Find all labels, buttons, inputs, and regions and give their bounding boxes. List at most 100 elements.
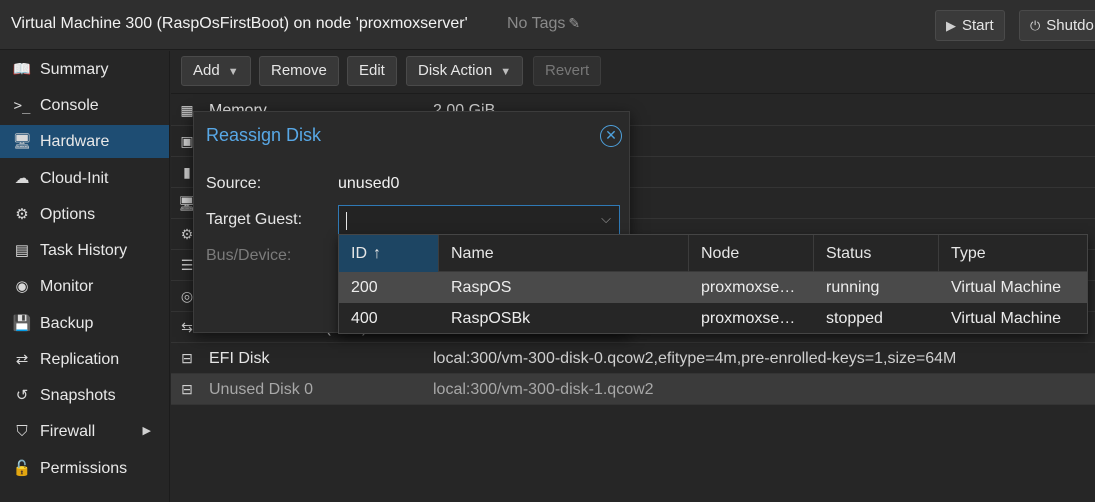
desktop-icon: 🖥 [12, 133, 32, 150]
sidebar-item-label: Cloud-Init [40, 170, 109, 187]
eye-icon: ◉ [15, 278, 29, 295]
pencil-icon[interactable]: ✎ [568, 15, 580, 31]
terminal-icon: >_ [13, 98, 31, 114]
target-guest-dropdown: ID ↑ Name Node Status Type 200 RaspOS pro… [338, 234, 1088, 334]
cell-type: Virtual Machine [951, 279, 1061, 296]
cell-status: stopped [826, 310, 883, 327]
play-icon: ▶ [946, 18, 956, 33]
add-button[interactable]: Add ▼ [181, 56, 251, 86]
hw-value: local:300/vm-300-disk-1.qcow2 [433, 381, 654, 398]
text-cursor [346, 212, 347, 230]
source-value: unused0 [338, 175, 400, 192]
hardware-toolbar: Add ▼ Remove Edit Disk Action ▼ Revert [171, 51, 1095, 94]
hdd-icon: ⊟ [181, 381, 193, 397]
shutdown-label: Shutdo [1046, 17, 1094, 34]
column-label: Name [451, 245, 494, 262]
column-label: ID [351, 245, 367, 262]
column-header-type[interactable]: Type [939, 235, 1087, 272]
column-header-name[interactable]: Name [439, 235, 689, 272]
dialog-title: Reassign Disk [206, 125, 322, 145]
arrow-up-icon: ↑ [373, 245, 381, 262]
start-button[interactable]: ▶ Start [935, 10, 1005, 41]
sidebar-item-label: Options [40, 206, 96, 223]
remove-label: Remove [271, 62, 327, 79]
source-label: Source: [206, 175, 262, 192]
chevron-down-icon: ▼ [227, 66, 239, 78]
dropdown-header: ID ↑ Name Node Status Type [339, 235, 1087, 272]
target-guest-combobox[interactable]: ⌵ [338, 205, 620, 236]
cell-id: 200 [351, 279, 378, 296]
unlock-icon: 🔓 [12, 460, 32, 477]
cell-id: 400 [351, 310, 378, 327]
sidebar-item-label: Task History [40, 242, 128, 259]
sidebar-item-backup[interactable]: 💾 Backup [0, 307, 169, 340]
add-label: Add [193, 62, 220, 79]
start-label: Start [962, 17, 994, 34]
sidebar-item-label: Replication [40, 351, 120, 368]
sidebar-item-label: Monitor [40, 278, 94, 295]
hdd-icon: ⊟ [181, 350, 193, 366]
sidebar-item-replication[interactable]: ⇄ Replication [0, 343, 169, 376]
remove-button[interactable]: Remove [259, 56, 339, 86]
tags-label: No Tags [507, 15, 566, 32]
book-icon: 📖 [12, 61, 32, 78]
column-header-id[interactable]: ID ↑ [339, 235, 439, 272]
sidebar-item-label: Backup [40, 315, 94, 332]
cell-name: RaspOS [451, 279, 512, 296]
floppy-icon: 💾 [12, 315, 32, 332]
chevron-down-icon: ▼ [500, 66, 512, 78]
bus-device-label: Bus/Device: [206, 247, 292, 264]
cell-status: running [826, 279, 880, 296]
hw-name: EFI Disk [209, 350, 270, 367]
sidebar-item-monitor[interactable]: ◉ Monitor [0, 270, 169, 303]
sidebar-item-label: Permissions [40, 460, 128, 477]
column-label: Type [951, 245, 986, 262]
sidebar-item-permissions[interactable]: 🔓 Permissions [0, 452, 169, 485]
chevron-right-icon[interactable]: ▶ [143, 415, 151, 448]
edit-button[interactable]: Edit [347, 56, 397, 86]
target-guest-label: Target Guest: [206, 211, 303, 228]
sidebar-item-label: Hardware [40, 133, 110, 150]
sidebar-item-label: Firewall [40, 423, 96, 440]
hw-value: local:300/vm-300-disk-0.qcow2,efitype=4m… [433, 350, 957, 367]
column-header-status[interactable]: Status [814, 235, 939, 272]
cell-type: Virtual Machine [951, 310, 1061, 327]
table-row[interactable]: 400 RaspOSBk proxmoxse… stopped Virtual … [339, 303, 1087, 334]
sidebar-item-cloud-init[interactable]: ☁ Cloud-Init [0, 162, 169, 195]
disk-action-label: Disk Action [418, 62, 493, 79]
page-title: Virtual Machine 300 (RaspOsFirstBoot) on… [11, 15, 468, 32]
shield-icon: ⛉ [16, 423, 28, 440]
sidebar-item-hardware[interactable]: 🖥 Hardware [0, 125, 169, 158]
tags-area[interactable]: No Tags ✎ [507, 15, 580, 33]
sidebar-item-firewall[interactable]: ⛉ Firewall ▶ [0, 415, 169, 448]
retweet-icon: ⇄ [15, 351, 29, 368]
edit-label: Edit [359, 62, 385, 79]
sidebar-item-snapshots[interactable]: ↺ Snapshots [0, 379, 169, 412]
chevron-down-icon[interactable]: ⌵ [601, 211, 611, 227]
column-header-node[interactable]: Node [689, 235, 814, 272]
sidebar-item-summary[interactable]: 📖 Summary [0, 53, 169, 86]
revert-button[interactable]: Revert [533, 56, 602, 86]
sidebar-item-task-history[interactable]: ▤ Task History [0, 234, 169, 267]
history-icon: ↺ [15, 387, 29, 404]
sidebar-item-console[interactable]: >_ Console [0, 89, 169, 122]
cloud-icon: ☁ [14, 170, 30, 187]
disk-action-button[interactable]: Disk Action ▼ [406, 56, 524, 86]
sidebar-item-options[interactable]: ⚙ Options [0, 198, 169, 231]
column-label: Node [701, 245, 740, 262]
close-icon[interactable]: ✕ [600, 125, 622, 147]
cell-node: proxmoxse… [701, 310, 796, 327]
cell-node: proxmoxse… [701, 279, 796, 296]
revert-label: Revert [545, 62, 590, 79]
hw-row-unused-disk[interactable]: ⊟ Unused Disk 0 local:300/vm-300-disk-1.… [171, 374, 1095, 405]
table-row[interactable]: 200 RaspOS proxmoxse… running Virtual Ma… [339, 272, 1087, 303]
sidebar-item-label: Console [40, 97, 99, 114]
shutdown-button[interactable]: ⏻ Shutdo [1019, 10, 1095, 41]
header-bar: Virtual Machine 300 (RaspOsFirstBoot) on… [0, 0, 1095, 50]
sidebar-item-label: Summary [40, 61, 109, 78]
sidebar: 📖 Summary >_ Console 🖥 Hardware ☁ Cloud-Init… [0, 51, 170, 502]
hw-row-efi-disk[interactable]: ⊟ EFI Disk local:300/vm-300-disk-0.qcow2… [171, 343, 1095, 374]
cell-name: RaspOSBk [451, 310, 531, 327]
hw-name: Unused Disk 0 [209, 381, 314, 398]
list-icon: ▤ [14, 242, 30, 259]
